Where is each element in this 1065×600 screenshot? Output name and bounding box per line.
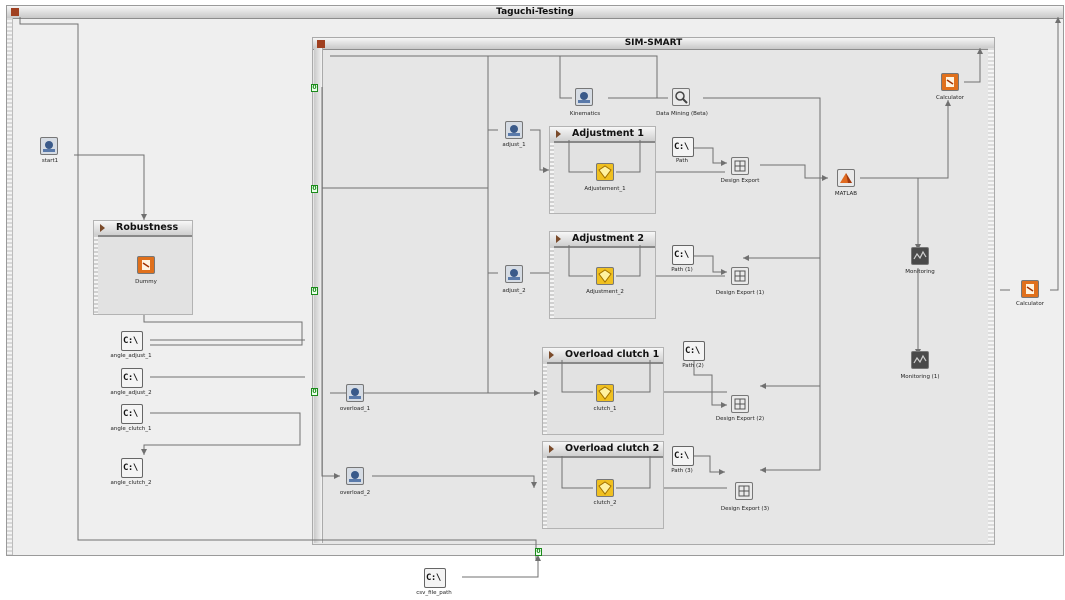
- magnifier-icon: [675, 91, 688, 104]
- cube-icon: [598, 481, 612, 495]
- monitor-icon: [913, 354, 927, 364]
- angle-clutch-2-label: angle_clutch_2: [110, 480, 152, 486]
- monitoring-1-label: Monitoring (1): [900, 374, 940, 380]
- monitor-icon: [913, 250, 927, 260]
- calculator-icon: [946, 77, 954, 87]
- angle-adjust-2-node[interactable]: C:\: [121, 368, 143, 388]
- terminal-icon: C:\: [674, 451, 689, 461]
- clutch-1-label: clutch_1: [593, 406, 617, 412]
- monitoring-label: Monitoring: [905, 269, 935, 275]
- calculator-outer-node[interactable]: [1021, 280, 1039, 298]
- adjust-1-label: adjust_1: [502, 142, 526, 148]
- start1-label: start1: [41, 158, 59, 164]
- adjustment-2-label: Adjustment_2: [586, 289, 624, 295]
- gear-icon: [349, 471, 361, 482]
- path-label: Path: [675, 158, 689, 164]
- kinematics-node[interactable]: [575, 88, 593, 106]
- csv-file-path-node[interactable]: C:\: [424, 568, 446, 588]
- calculator-icon: [142, 260, 150, 270]
- cube-icon: [598, 386, 612, 400]
- grid-icon: [734, 270, 746, 282]
- kinematics-label: Kinematics: [569, 111, 601, 117]
- design-export-3-label: Design Export (3): [720, 506, 770, 512]
- path-3-node[interactable]: C:\: [672, 446, 694, 466]
- gear-icon: [508, 269, 520, 280]
- terminal-icon: C:\: [123, 463, 138, 473]
- dummy-node[interactable]: [137, 256, 155, 274]
- angle-adjust-2-label: angle_adjust_2: [110, 390, 152, 396]
- gate-icon[interactable]: 0: [311, 287, 318, 295]
- terminal-icon: C:\: [674, 142, 689, 152]
- terminal-icon: C:\: [674, 250, 689, 260]
- cube-icon: [598, 165, 612, 179]
- path-3-label: Path (3): [671, 468, 693, 474]
- path-1-label: Path (1): [671, 267, 693, 273]
- gear-icon: [43, 141, 55, 152]
- overload-1-node[interactable]: [346, 384, 364, 402]
- design-export-1-label: Design Export (1): [715, 290, 765, 296]
- design-export-2-label: Design Export (2): [715, 416, 765, 422]
- design-export-1-node[interactable]: [731, 267, 749, 285]
- gear-icon: [349, 388, 361, 399]
- terminal-icon: C:\: [685, 346, 700, 356]
- angle-clutch-1-label: angle_clutch_1: [110, 426, 152, 432]
- design-export-node[interactable]: [731, 157, 749, 175]
- matlab-node[interactable]: [837, 169, 855, 187]
- path-node[interactable]: C:\: [672, 137, 694, 157]
- design-export-label: Design Export: [720, 178, 760, 184]
- matlab-label: MATLAB: [834, 191, 858, 197]
- clutch-2-node[interactable]: [596, 479, 614, 497]
- gate-icon[interactable]: 0: [535, 548, 542, 556]
- gate-icon[interactable]: 0: [311, 84, 318, 92]
- gear-icon: [578, 92, 590, 103]
- path-1-node[interactable]: C:\: [672, 245, 694, 265]
- angle-clutch-1-node[interactable]: C:\: [121, 404, 143, 424]
- clutch-2-label: clutch_2: [593, 500, 617, 506]
- design-export-2-node[interactable]: [731, 395, 749, 413]
- overload-1-label: overload_1: [339, 406, 371, 412]
- adjust-2-label: adjust_2: [502, 288, 526, 294]
- adjustement-1-node[interactable]: [596, 163, 614, 181]
- angle-adjust-1-label: angle_adjust_1: [110, 353, 152, 359]
- data-mining-node[interactable]: [672, 88, 690, 106]
- grid-icon: [734, 160, 746, 172]
- calculator-outer-label: Calculator: [1016, 301, 1044, 307]
- terminal-icon: C:\: [123, 409, 138, 419]
- terminal-icon: C:\: [426, 573, 441, 583]
- gate-icon[interactable]: 0: [311, 388, 318, 396]
- gear-icon: [508, 125, 520, 136]
- dummy-label: Dummy: [135, 279, 157, 285]
- monitoring-1-node[interactable]: [911, 351, 929, 369]
- adjustment-2-node[interactable]: [596, 267, 614, 285]
- overload-2-node[interactable]: [346, 467, 364, 485]
- grid-icon: [734, 398, 746, 410]
- path-2-node[interactable]: C:\: [683, 341, 705, 361]
- calculator-icon: [1026, 284, 1034, 294]
- adjustement-1-label: Adjustement_1: [584, 186, 626, 192]
- adjust-1-node[interactable]: [505, 121, 523, 139]
- terminal-icon: C:\: [123, 373, 138, 383]
- calculator-inner-label: Calculator: [936, 95, 964, 101]
- csv-file-path-label: csv_file_path: [416, 590, 452, 596]
- monitoring-node[interactable]: [911, 247, 929, 265]
- connection-wires: [19, 17, 1061, 578]
- clutch-1-node[interactable]: [596, 384, 614, 402]
- angle-adjust-1-node[interactable]: C:\: [121, 331, 143, 351]
- cube-icon: [598, 269, 612, 283]
- data-mining-label: Data Mining (Beta): [656, 111, 708, 117]
- calculator-inner-node[interactable]: [941, 73, 959, 91]
- start1-node[interactable]: [40, 137, 58, 155]
- grid-icon: [738, 485, 750, 497]
- path-2-label: Path (2): [682, 363, 704, 369]
- angle-clutch-2-node[interactable]: C:\: [121, 458, 143, 478]
- terminal-icon: C:\: [123, 336, 138, 346]
- matlab-icon: [840, 173, 852, 183]
- design-export-3-node[interactable]: [735, 482, 753, 500]
- overload-2-label: overload_2: [339, 490, 371, 496]
- adjust-2-node[interactable]: [505, 265, 523, 283]
- gate-icon[interactable]: 0: [311, 185, 318, 193]
